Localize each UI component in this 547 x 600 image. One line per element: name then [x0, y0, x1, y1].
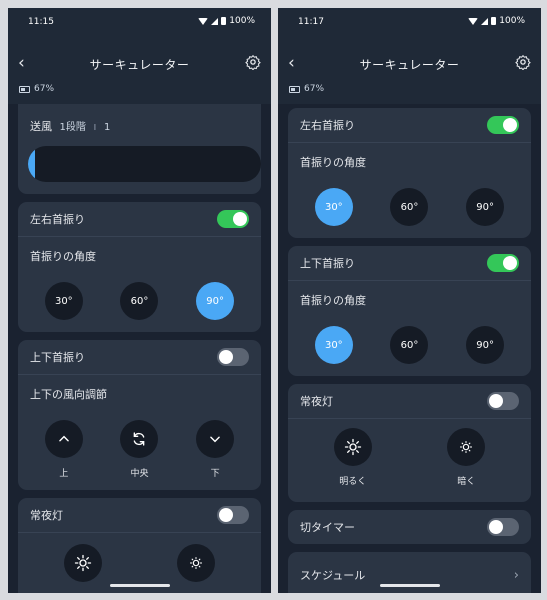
direction-down-button[interactable] — [196, 420, 235, 458]
fan-level: 1段階 — [59, 122, 86, 133]
dimmer-button[interactable] — [447, 428, 486, 466]
nightlight-label: 常夜灯 — [30, 509, 63, 522]
battery-icon — [289, 85, 300, 93]
home-indicator[interactable] — [379, 584, 440, 587]
settings-list[interactable]: 送風 1段階 ı 1 左右首振り 首振りの角度 30° 60° 90° 上下首振… — [8, 104, 271, 593]
fan-speed-slider[interactable] — [28, 146, 261, 182]
status-time: 11:15 — [28, 17, 54, 27]
nightlight-toggle[interactable] — [217, 506, 249, 524]
dimmer-button[interactable] — [177, 544, 216, 582]
off-timer-label: 切タイマー — [300, 521, 355, 534]
vertical-angle-60-button[interactable]: 60° — [390, 326, 429, 364]
app-header: ‹ サーキュレーター — [8, 50, 271, 78]
schedule-label: スケジュール — [300, 569, 366, 582]
vertical-angle-90-button[interactable]: 90° — [466, 326, 505, 364]
vertical-swing-label: 上下首振り — [30, 351, 85, 364]
nightlight-toggle[interactable] — [487, 392, 519, 410]
rotate-icon — [134, 432, 145, 446]
sun-dim-icon — [190, 557, 203, 569]
horizontal-swing-label: 左右首振り — [30, 213, 85, 226]
direction-center-button[interactable] — [120, 420, 159, 458]
fan-value: 1 — [103, 122, 111, 133]
wifi-icon — [198, 17, 209, 25]
brighter-label: 明るく — [339, 477, 367, 487]
page-title: サーキュレーター — [89, 58, 190, 72]
vertical-swing-card: 上下首振り 首振りの角度 30° 60° 90° — [288, 246, 531, 376]
brighter-button[interactable] — [333, 428, 372, 466]
off-timer-card: 切タイマー — [288, 510, 531, 544]
vertical-angle-label: 首振りの角度 — [300, 294, 366, 307]
horizontal-swing-card: 左右首振り 首振りの角度 30° 60° 90° — [288, 108, 531, 238]
direction-up-label: 上 — [59, 469, 69, 479]
angle-90-button[interactable]: 90° — [196, 282, 235, 320]
angle-60-button[interactable]: 60° — [390, 188, 429, 226]
horizontal-swing-card: 左右首振り 首振りの角度 30° 60° 90° — [18, 202, 261, 332]
vertical-swing-toggle[interactable] — [487, 254, 519, 272]
status-bar: 11:15 100% — [8, 8, 271, 36]
wifi-icon — [468, 17, 479, 25]
phone-screen-left: 11:15 100% ‹ サーキュレーター 67% 送風 1段階 ı 1 左右首… — [8, 8, 271, 593]
fan-speed-card: 送風 1段階 ı 1 — [18, 104, 261, 194]
dimmer-label: 暗く — [457, 477, 476, 487]
battery-icon — [19, 85, 30, 93]
gear-icon[interactable] — [245, 54, 261, 70]
status-battery: 100% — [499, 16, 525, 26]
horizontal-swing-toggle[interactable] — [487, 116, 519, 134]
device-battery-value: 67% — [304, 84, 325, 94]
nightlight-card: 常夜灯 — [18, 498, 261, 593]
signal-icon — [481, 17, 489, 25]
slider-fill — [28, 146, 35, 182]
sun-bright-icon — [74, 554, 91, 572]
angle-label: 首振りの角度 — [300, 156, 366, 169]
device-battery: 67% — [289, 84, 324, 94]
vertical-swing-label: 上下首振り — [300, 257, 355, 270]
home-indicator[interactable] — [109, 584, 170, 587]
vertical-swing-toggle[interactable] — [217, 348, 249, 366]
direction-center-label: 中央 — [130, 469, 149, 479]
device-battery-value: 67% — [34, 84, 55, 94]
horizontal-swing-toggle[interactable] — [217, 210, 249, 228]
phone-battery-icon — [491, 17, 497, 25]
gear-icon[interactable] — [515, 54, 531, 70]
vertical-swing-card: 上下首振り 上下の風向調節 上 中央 下 — [18, 340, 261, 490]
direction-up-button[interactable] — [44, 420, 83, 458]
sun-bright-icon — [344, 438, 361, 456]
status-time: 11:17 — [298, 17, 324, 27]
sun-dim-icon — [460, 441, 473, 453]
angle-label: 首振りの角度 — [30, 250, 96, 263]
status-bar: 11:17 100% — [278, 8, 541, 36]
chevron-down-icon — [210, 436, 220, 443]
status-battery: 100% — [229, 16, 255, 26]
fan-label: 送風 — [30, 120, 52, 133]
angle-30-button[interactable]: 30° — [44, 282, 83, 320]
vertical-angle-30-button[interactable]: 30° — [314, 326, 353, 364]
nightlight-card: 常夜灯 明るく 暗く — [288, 384, 531, 502]
direction-label: 上下の風向調節 — [30, 388, 107, 401]
signal-icon — [211, 17, 219, 25]
brighter-button[interactable] — [63, 544, 102, 582]
phone-battery-icon — [221, 17, 227, 25]
off-timer-toggle[interactable] — [487, 518, 519, 536]
angle-90-button[interactable]: 90° — [466, 188, 505, 226]
settings-list[interactable]: 左右首振り 首振りの角度 30° 60° 90° 上下首振り 首振りの角度 30… — [278, 104, 541, 593]
page-title: サーキュレーター — [359, 58, 460, 72]
app-header: ‹ サーキュレーター — [278, 50, 541, 78]
device-battery: 67% — [19, 84, 54, 94]
nightlight-label: 常夜灯 — [300, 395, 333, 408]
horizontal-swing-label: 左右首振り — [300, 119, 355, 132]
phone-screen-right: 11:17 100% ‹ サーキュレーター 67% 左右首振り 首振りの角度 3… — [278, 8, 541, 593]
chevron-up-icon — [59, 435, 69, 442]
direction-down-label: 下 — [210, 469, 220, 479]
angle-60-button[interactable]: 60° — [120, 282, 159, 320]
chevron-right-icon: › — [513, 567, 519, 583]
angle-30-button[interactable]: 30° — [314, 188, 353, 226]
